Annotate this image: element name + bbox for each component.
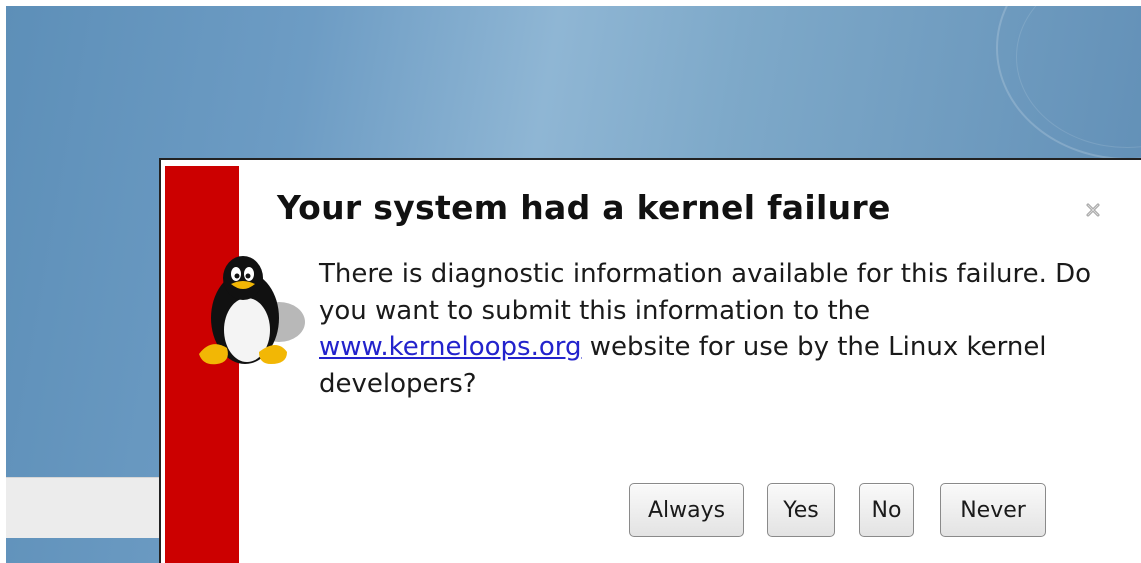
screen: Your system had a kernel failure There i… [0,0,1141,563]
always-button[interactable]: Always [629,483,744,537]
close-icon[interactable] [1085,202,1101,218]
tux-penguin-icon [199,256,305,365]
message-text-before-link: There is diagnostic information availabl… [319,259,1092,326]
kernel-failure-notification: Your system had a kernel failure There i… [159,158,1141,563]
desktop-panel-strip [6,477,160,538]
no-button[interactable]: No [859,483,914,537]
never-button[interactable]: Never [940,483,1046,537]
notification-title: Your system had a kernel failure [277,188,891,227]
kerneloops-link[interactable]: www.kerneloops.org [319,332,582,362]
notification-message: There is diagnostic information availabl… [319,256,1109,402]
yes-button[interactable]: Yes [767,483,835,537]
